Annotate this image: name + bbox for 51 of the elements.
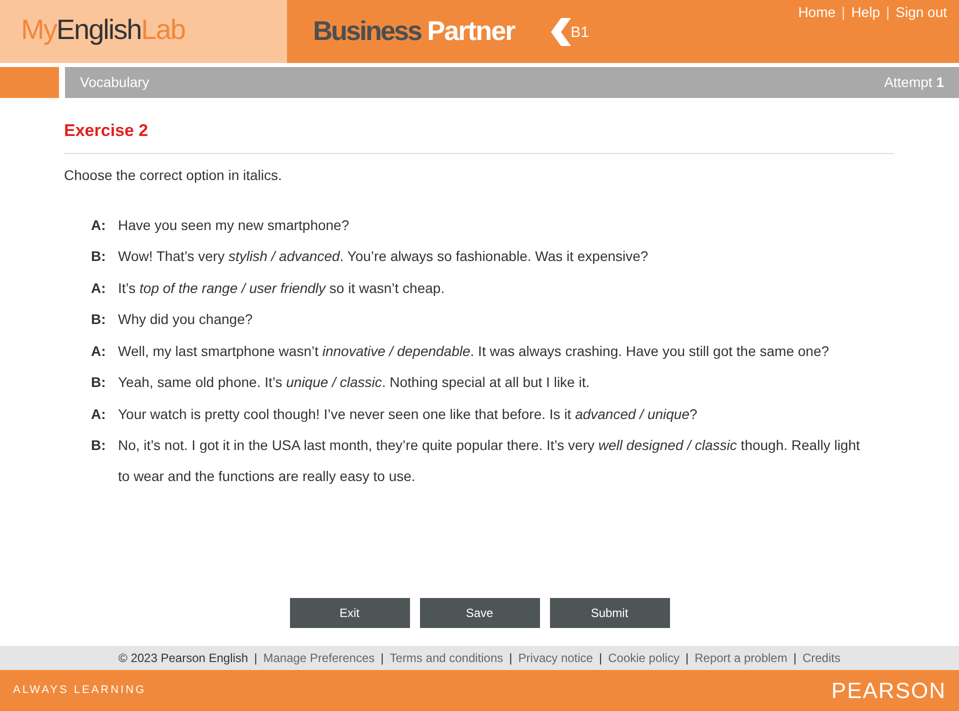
nav-link[interactable]: Sign out — [896, 2, 947, 23]
dialogue-line: Well, my last smartphone wasn’t innovative / dependable. It was always crashing. Have you still got the same one? — [118, 342, 830, 361]
tagline-text: ALWAYS LEARNING — [13, 683, 146, 698]
separator: | — [509, 650, 512, 667]
instruction-text: Choose the correct option in italics. — [64, 166, 283, 185]
footer-link[interactable]: Privacy notice — [518, 649, 593, 667]
nav-link[interactable]: Home — [798, 2, 836, 23]
dialogue-line: Why did you change? — [118, 310, 254, 329]
attempt-text: Attempt 1 — [884, 73, 944, 92]
speaker-label: A: — [91, 404, 107, 424]
separator: | — [793, 650, 796, 667]
speaker-label: B: — [91, 310, 107, 329]
nav-link[interactable]: Help — [851, 2, 880, 23]
action-button[interactable]: Submit — [550, 598, 670, 628]
dialogue-line: Yeah, same old phone. It’s unique / classic. Nothing special at all but I like it. — [118, 373, 591, 392]
speaker-label: A: — [91, 278, 107, 298]
separator: | — [685, 650, 689, 667]
separator: | — [886, 3, 890, 22]
level-text: B1 — [570, 23, 589, 44]
dialogue-line: Wow! That’s very stylish / advanced. You’re always so fashionable. Was it expensive? — [118, 247, 650, 266]
speaker-label: B: — [91, 373, 107, 392]
footer-link[interactable]: Report a problem — [694, 649, 788, 667]
brand-text: Business — [313, 15, 422, 48]
speaker-label: A: — [91, 216, 107, 234]
dialogue-line: Have you seen my new smartphone? — [118, 216, 350, 235]
accent-block — [0, 67, 59, 98]
speaker-label: B: — [91, 247, 107, 266]
exercise-title: Exercise 2 — [64, 118, 894, 154]
separator: | — [380, 650, 384, 667]
logo-text: English — [56, 12, 142, 47]
action-button[interactable]: Exit — [290, 598, 410, 628]
logo-text: Lab — [141, 12, 185, 46]
footer-link[interactable]: Terms and conditions — [390, 649, 504, 667]
dialogue-line: It’s top of the range / user friendly so it wasn’t cheap. — [118, 278, 446, 298]
logo-text: My — [21, 12, 56, 47]
footer-link[interactable]: Credits — [802, 649, 840, 667]
action-button[interactable]: Save — [420, 598, 540, 628]
footer-link[interactable]: Cookie policy — [608, 649, 680, 667]
separator: | — [598, 650, 602, 667]
speaker-label: B: — [91, 436, 107, 455]
copyright-text: © 2023 Pearson English — [118, 650, 248, 667]
separator: | — [254, 650, 258, 667]
dialogue-line: Your watch is pretty cool though! I’ve never seen one like that before. Is it advanced / unique? — [118, 404, 698, 424]
speaker-label: A: — [91, 342, 107, 360]
section-title: Vocabulary — [80, 73, 150, 92]
chevron-icon — [548, 18, 571, 46]
footer-link[interactable]: Manage Preferences — [263, 649, 375, 667]
dialogue-line: No, it’s not. I got it in the USA last month, they’re quite popular there. It’s very well designed / classic though. Really light to wear and the functions are really easy to use. — [118, 436, 861, 486]
brand-text: Partner — [427, 15, 515, 48]
separator: | — [842, 3, 846, 22]
company-text: PEARSON — [831, 677, 946, 705]
